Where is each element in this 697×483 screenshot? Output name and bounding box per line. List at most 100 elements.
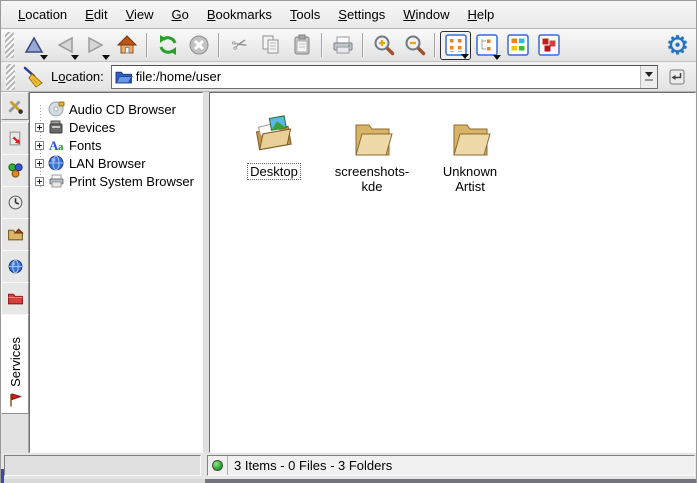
locationbar-drag-handle[interactable] [6, 64, 15, 90]
services-tree-panel: Audio CD Browser Devices A a Fonts [29, 92, 203, 453]
multicolumn-view-icon [507, 34, 529, 56]
sidebar-tab-services[interactable]: Services [1, 314, 29, 414]
tree-item-print-system-browser[interactable]: Print System Browser [30, 172, 202, 190]
status-row: 3 Items - 0 Files - 3 Folders [1, 453, 696, 479]
kde-logo-button[interactable]: ⚙ [662, 31, 693, 60]
tree-expander-plus[interactable] [35, 141, 44, 150]
stop-icon [187, 33, 211, 57]
home-button[interactable] [111, 31, 142, 60]
tree-view-dropdown-arrow-icon [493, 55, 501, 60]
detailed-view-icon [538, 34, 560, 56]
back-button[interactable] [49, 31, 80, 60]
audio-cd-icon [48, 101, 66, 117]
menu-view[interactable]: View [117, 2, 163, 27]
combo-underline [645, 79, 653, 81]
printer-icon [331, 33, 355, 57]
window-bottom-edge [1, 479, 696, 483]
tree-item-fonts[interactable]: A a Fonts [30, 136, 202, 154]
file-item-unknown-artist[interactable]: Unknown Artist [422, 105, 518, 195]
statusbar: 3 Items - 0 Files - 3 Folders [207, 455, 695, 476]
zoom-out-button[interactable] [399, 31, 430, 60]
tree-item-label: LAN Browser [69, 156, 146, 171]
toolbar-separator [362, 33, 364, 57]
file-item-desktop[interactable]: Desktop [226, 105, 322, 180]
location-input[interactable] [133, 69, 640, 84]
toolbar-drag-handle[interactable] [5, 32, 14, 58]
kde-gear-icon: ⚙ [666, 32, 689, 58]
status-text: 3 Items - 0 Files - 3 Folders [234, 458, 392, 473]
tree-item-label: Fonts [69, 138, 102, 153]
status-divider [227, 456, 228, 475]
menu-tools[interactable]: Tools [281, 2, 329, 27]
scissors-icon: ✂ [229, 32, 250, 58]
open-folder-icon [447, 117, 493, 159]
sidebar-tab-home-folder[interactable] [1, 218, 29, 251]
tree-view-button[interactable] [471, 31, 502, 60]
menu-edit[interactable]: Edit [76, 2, 116, 27]
sidebar-tab-network[interactable] [1, 250, 29, 283]
toolbar-separator [434, 33, 436, 57]
menu-settings[interactable]: Settings [329, 2, 394, 27]
reload-icon [156, 33, 180, 57]
sidebar-tab-root-folder[interactable] [1, 282, 29, 315]
content-area: Services Audio CD Browser [1, 92, 696, 453]
home-icon [115, 33, 139, 57]
location-combo-dropdown-button[interactable] [640, 66, 657, 88]
menu-location[interactable]: Location [9, 2, 76, 27]
red-folder-icon [7, 290, 24, 307]
toolbar-separator [146, 33, 148, 57]
sidebar-tab-history[interactable] [1, 186, 29, 219]
go-button[interactable] [665, 65, 689, 89]
sidebar-tab-bookmarks[interactable] [1, 122, 29, 155]
menu-window[interactable]: Window [394, 2, 458, 27]
detailed-view-button[interactable] [533, 31, 564, 60]
tree-item-lan-browser[interactable]: LAN Browser [30, 154, 202, 172]
tree-item-label: Audio CD Browser [69, 102, 176, 117]
cut-button[interactable]: ✂ [224, 31, 255, 60]
up-button[interactable] [18, 31, 49, 60]
broom-icon [21, 65, 45, 89]
menu-go[interactable]: Go [163, 2, 198, 27]
sidebar-tab-devices[interactable] [1, 154, 29, 187]
print-button[interactable] [327, 31, 358, 60]
tree-expander-plus[interactable] [35, 159, 44, 168]
file-item-screenshots-kde[interactable]: screenshots-kde [324, 105, 420, 195]
tree-item-audio-cd-browser[interactable]: Audio CD Browser [30, 100, 202, 118]
forward-arrow-icon [84, 33, 108, 57]
file-label: Unknown Artist [424, 163, 516, 195]
globe-icon [48, 155, 66, 171]
multicolumn-view-button[interactable] [502, 31, 533, 60]
paste-button[interactable] [286, 31, 317, 60]
file-icon-view[interactable]: Desktop screenshots-kde [209, 92, 696, 453]
device-icon [48, 119, 66, 135]
copy-button[interactable] [255, 31, 286, 60]
sidebar-tabstrip-filler [1, 414, 29, 453]
sidebar-tabstrip: Services [1, 92, 29, 453]
reload-button[interactable] [152, 31, 183, 60]
back-dropdown-arrow-icon [71, 55, 79, 60]
tree-expander-plus[interactable] [35, 123, 44, 132]
bottom-edge-right [205, 479, 696, 483]
stop-button[interactable] [183, 31, 214, 60]
forward-button[interactable] [80, 31, 111, 60]
tree-expander-plus[interactable] [35, 177, 44, 186]
menu-help[interactable]: Help [459, 2, 504, 27]
chevron-down-icon [645, 72, 653, 77]
icon-view-button[interactable] [440, 31, 471, 60]
file-label: screenshots-kde [326, 163, 418, 195]
location-combobox[interactable] [111, 65, 658, 89]
location-toolbar: Location: [1, 62, 696, 92]
main-toolbar: ✂ [1, 29, 696, 62]
clear-location-button[interactable] [19, 64, 47, 90]
zoom-in-icon [372, 33, 396, 57]
tree-item-devices[interactable]: Devices [30, 118, 202, 136]
menu-bookmarks[interactable]: Bookmarks [198, 2, 281, 27]
fonts-letter-a: a [58, 141, 64, 153]
copy-icon [259, 33, 283, 57]
zoom-in-button[interactable] [368, 31, 399, 60]
document-arrow-icon [7, 130, 24, 147]
status-led-icon [212, 460, 223, 471]
zoom-out-icon [403, 33, 427, 57]
sidebar-configure-button[interactable] [1, 92, 29, 120]
location-label: Location: [51, 69, 104, 84]
